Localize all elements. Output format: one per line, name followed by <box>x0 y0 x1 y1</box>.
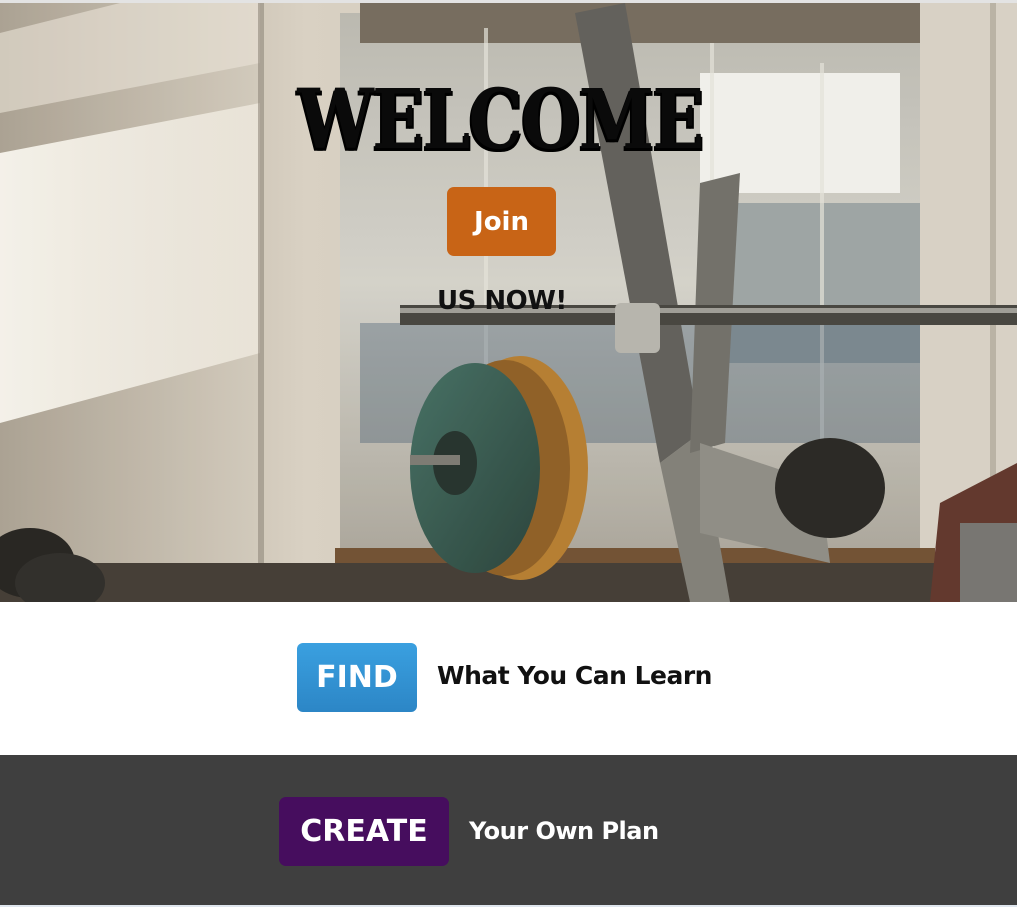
create-description: Your Own Plan <box>469 817 659 845</box>
page: WELCOME Join US NOW! FIND What You Can L… <box>0 0 1017 907</box>
create-button[interactable]: CREATE <box>279 797 449 866</box>
join-subtitle-text: US NOW! <box>437 286 567 316</box>
create-section: CREATE Your Own Plan <box>0 755 1017 905</box>
find-section: FIND What You Can Learn <box>0 602 1017 755</box>
hero-section: WELCOME Join US NOW! <box>0 3 1017 602</box>
find-description: What You Can Learn <box>437 661 712 690</box>
welcome-heading: WELCOME <box>297 72 704 168</box>
join-button[interactable]: Join <box>447 187 556 256</box>
find-button[interactable]: FIND <box>297 643 417 712</box>
